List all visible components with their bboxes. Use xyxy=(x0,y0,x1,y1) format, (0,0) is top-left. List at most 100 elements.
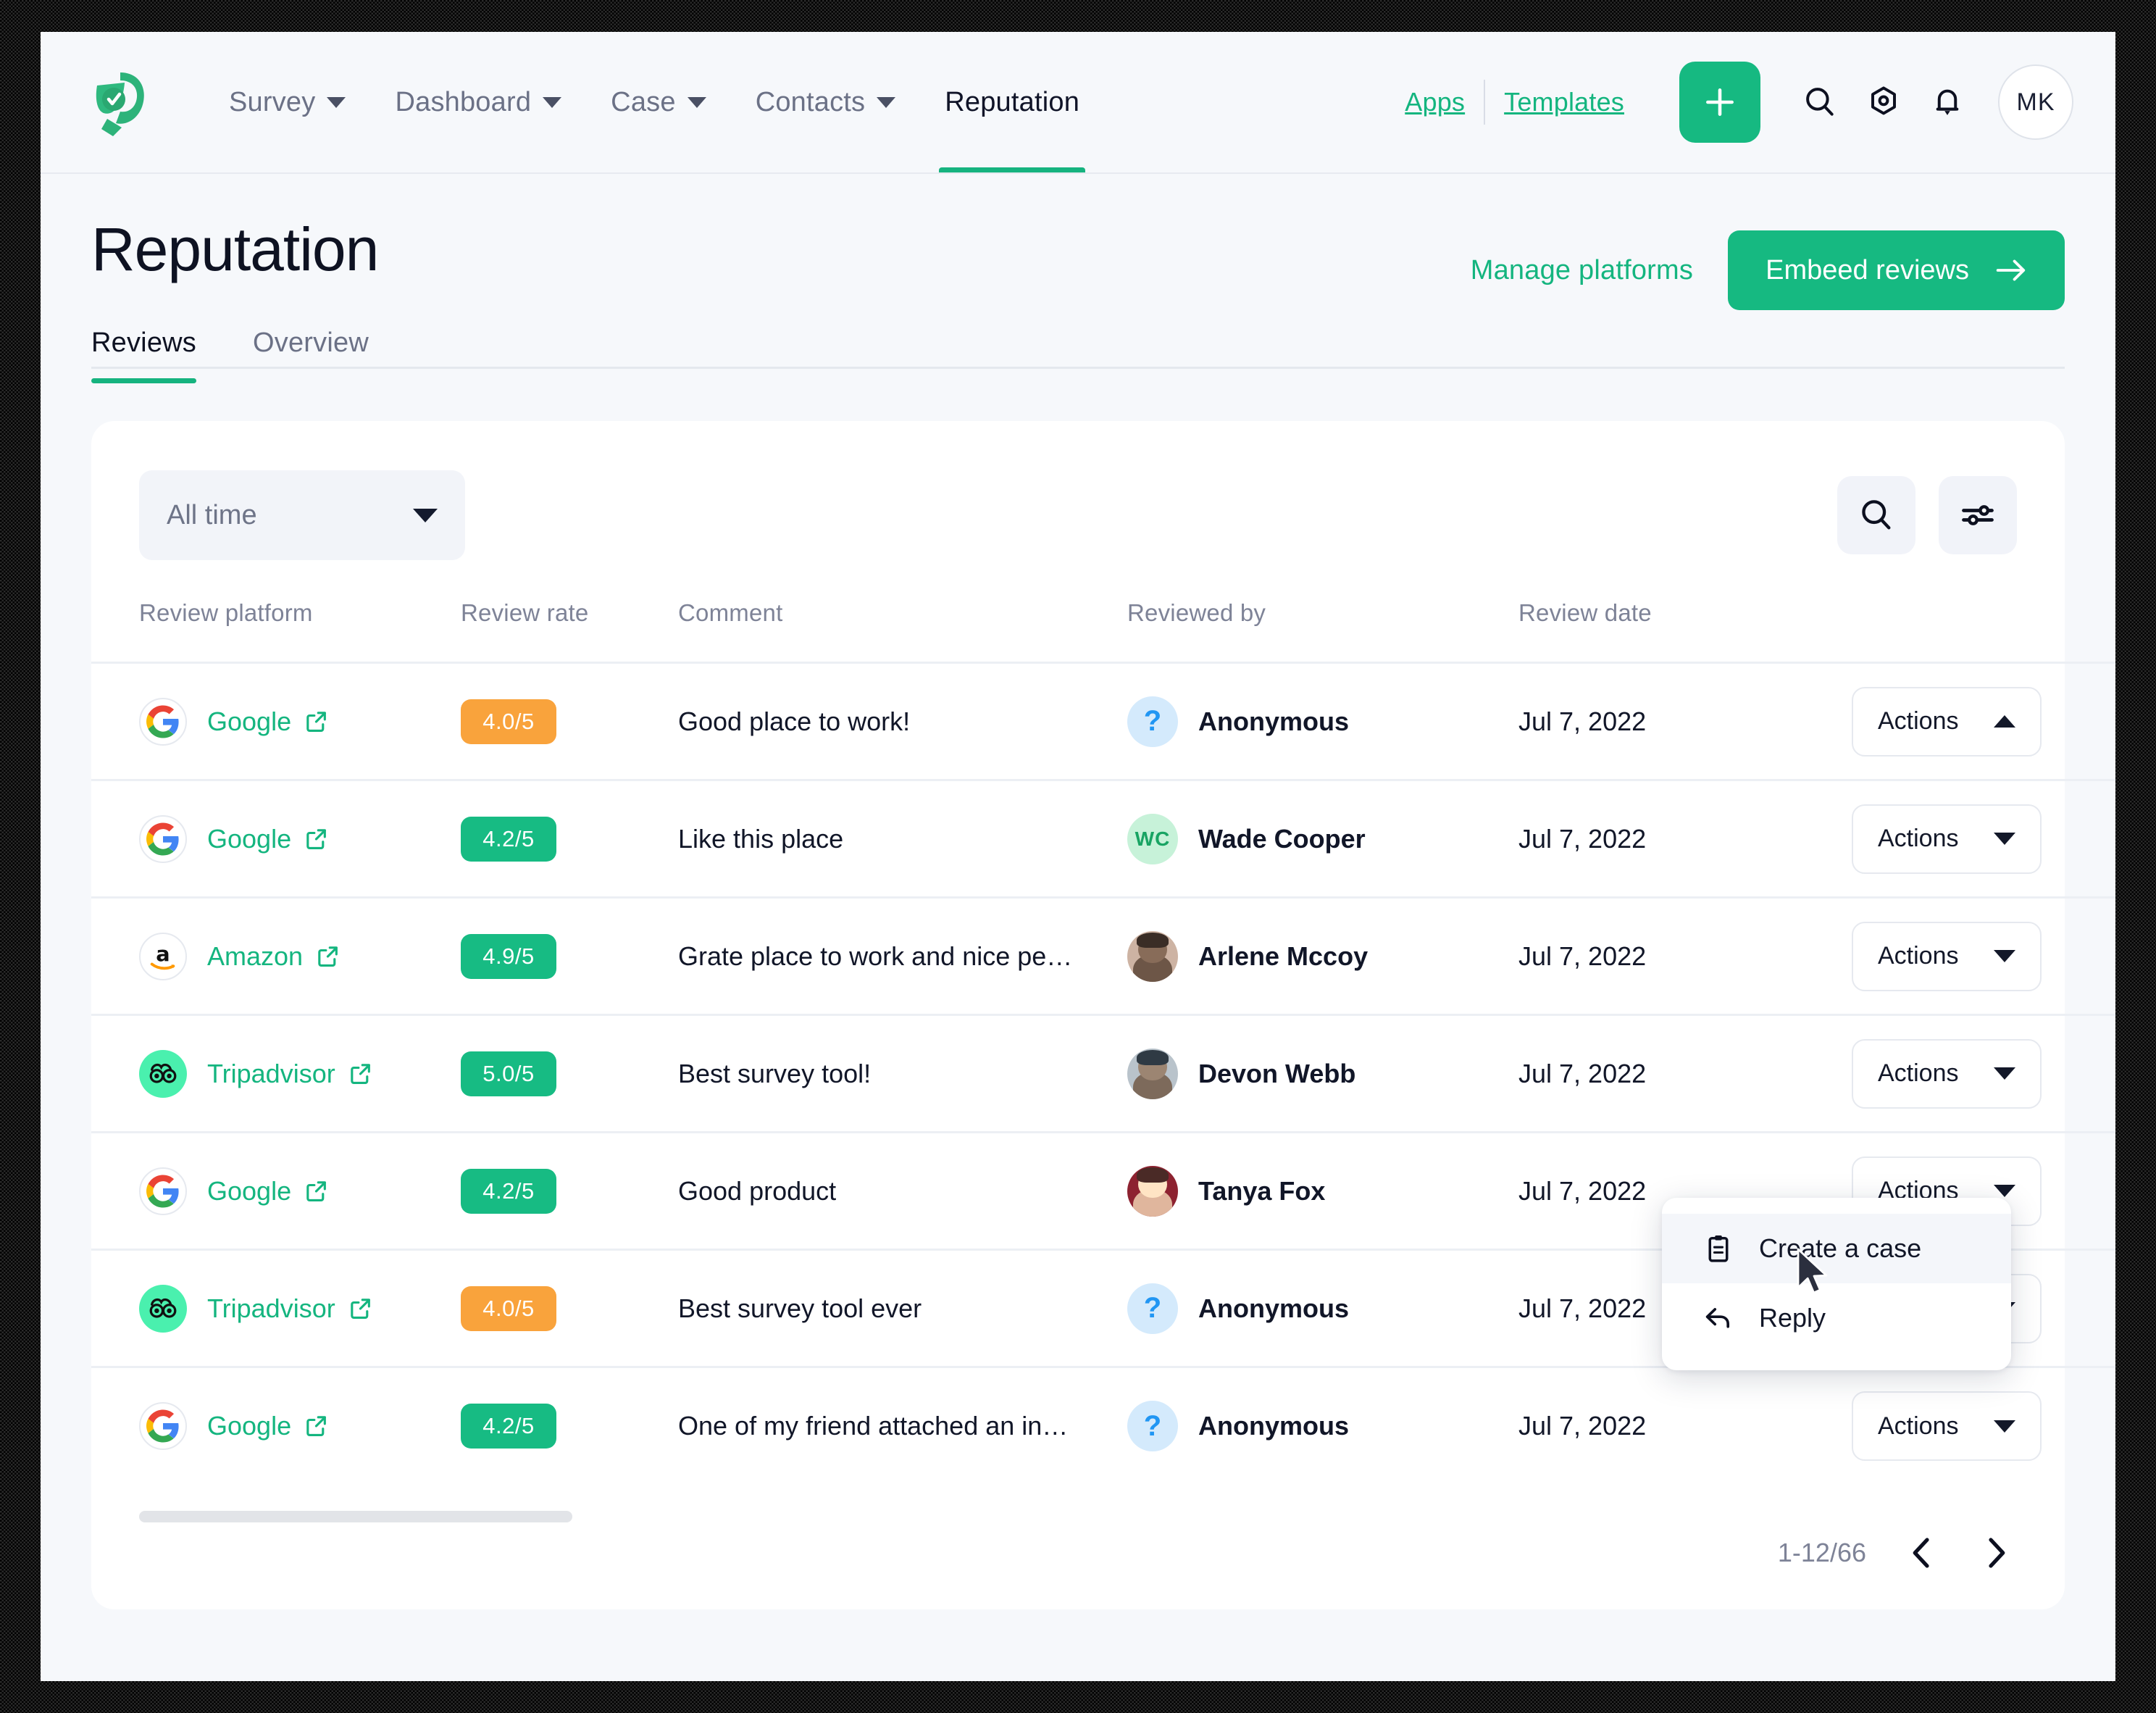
table-row[interactable]: Google 4.0/5 Good place to work!? Anonymous… xyxy=(91,663,2115,780)
leaf-check-logo-icon[interactable] xyxy=(91,68,149,136)
templates-link[interactable]: Templates xyxy=(1485,87,1643,117)
cell-review-date: Jul 7, 2022 xyxy=(1518,1058,1647,1088)
table-row[interactable]: Google 4.2/5 Like this place WC Wade Cooper J… xyxy=(91,780,2115,898)
table-row[interactable]: Google 4.2/5 One of my friend attached an … xyxy=(91,1367,2115,1485)
actions-dropdown-menu: Create a case Reply xyxy=(1662,1198,2011,1370)
table-header-row: Review platform Review rate Comment Revi… xyxy=(91,599,2115,663)
table-filter-button[interactable] xyxy=(1939,476,2017,554)
scrollbar-thumb[interactable] xyxy=(139,1511,572,1522)
embed-reviews-button[interactable]: Embeed reviews xyxy=(1728,230,2065,310)
table-row[interactable]: Tripadvisor 5.0/5 Best survey tool! Devon W… xyxy=(91,1015,2115,1133)
menu-item-label: Reply xyxy=(1759,1303,1826,1333)
menu-item-label: Create a case xyxy=(1759,1233,1922,1263)
pagination-next-button[interactable] xyxy=(1976,1533,2017,1573)
rating-badge: 4.2/5 xyxy=(461,1404,556,1449)
create-new-button[interactable] xyxy=(1679,62,1760,143)
nav-item-dashboard[interactable]: Dashboard xyxy=(370,32,586,172)
cell-platform: Google xyxy=(91,1133,461,1250)
external-link-icon xyxy=(304,709,329,734)
platform-link[interactable]: Google xyxy=(207,707,329,737)
notifications-button[interactable] xyxy=(1915,70,1979,134)
bell-icon xyxy=(1936,89,1959,115)
nav-item-label: Contacts xyxy=(755,86,866,117)
external-link-icon xyxy=(348,1296,373,1321)
platform-link[interactable]: Amazon xyxy=(207,941,340,972)
cell-reviewed-by: WC Wade Cooper xyxy=(1127,780,1518,898)
settings-button[interactable] xyxy=(1852,70,1915,134)
column-header-comment: Comment xyxy=(678,599,783,626)
app-window: Survey Dashboard Case Contacts Reputatio… xyxy=(41,32,2115,1681)
global-search-button[interactable] xyxy=(1788,70,1852,134)
chevron-down-icon xyxy=(877,96,896,108)
time-range-select[interactable]: All time xyxy=(139,470,465,560)
mouse-cursor-icon xyxy=(1797,1248,1828,1294)
actions-button[interactable]: Actions xyxy=(1852,1038,2042,1109)
user-avatar[interactable]: MK xyxy=(1998,64,2073,140)
manage-platforms-link[interactable]: Manage platforms xyxy=(1471,255,1693,286)
cell-review-date: Jul 7, 2022 xyxy=(1518,823,1647,854)
platform-link[interactable]: Tripadvisor xyxy=(207,1293,373,1324)
cell-reviewed-by: ? Anonymous xyxy=(1127,1367,1518,1485)
reply-arrow-icon xyxy=(1705,1308,1730,1328)
reviewer-name: Anonymous xyxy=(1198,706,1350,736)
chevron-up-icon xyxy=(1994,715,2015,728)
nav-items: Survey Dashboard Case Contacts Reputatio… xyxy=(204,32,1104,172)
actions-button[interactable]: Actions xyxy=(1852,804,2042,874)
rating-badge: 4.9/5 xyxy=(461,933,556,979)
clipboard-icon xyxy=(1708,1235,1729,1262)
pagination-prev-button[interactable] xyxy=(1901,1533,1942,1573)
cell-actions: Actions xyxy=(1852,1367,2115,1485)
actions-button[interactable]: Actions xyxy=(1852,921,2042,991)
cell-rate: 4.0/5 xyxy=(461,663,678,780)
nav-item-label: Survey xyxy=(229,86,316,117)
avatar-initials: MK xyxy=(2016,88,2055,116)
nav-item-reputation[interactable]: Reputation xyxy=(920,32,1104,172)
nav-item-label: Dashboard xyxy=(395,86,532,117)
actions-button-label: Actions xyxy=(1878,707,1959,735)
platform-name: Google xyxy=(207,823,292,854)
tab-overview[interactable]: Overview xyxy=(253,328,369,383)
horizontal-scrollbar[interactable] xyxy=(139,1511,1834,1522)
menu-item-reply[interactable]: Reply xyxy=(1662,1283,2011,1353)
apps-link[interactable]: Apps xyxy=(1386,87,1484,117)
actions-button[interactable]: Actions xyxy=(1852,1391,2042,1462)
actions-button[interactable]: Actions xyxy=(1852,686,2042,757)
cell-actions: Actions xyxy=(1852,663,2115,780)
cell-platform: a Amazon xyxy=(91,898,461,1015)
cell-comment: Good place to work! xyxy=(678,706,911,736)
chevron-left-icon xyxy=(1913,1538,1929,1568)
cell-reviewed-by: Tanya Fox xyxy=(1127,1133,1518,1250)
cell-review-date: Jul 7, 2022 xyxy=(1518,941,1647,971)
tab-reviews[interactable]: Reviews xyxy=(91,328,196,383)
platform-link[interactable]: Google xyxy=(207,1411,329,1441)
rating-badge: 4.0/5 xyxy=(461,1285,556,1331)
table-row[interactable]: a Amazon 4.9/5 Grate place to work and nice… xyxy=(91,898,2115,1015)
nav-item-case[interactable]: Case xyxy=(586,32,731,172)
platform-link[interactable]: Google xyxy=(207,1176,329,1206)
nav-item-contacts[interactable]: Contacts xyxy=(731,32,921,172)
tab-label: Overview xyxy=(253,328,369,358)
reviewer-name: Tanya Fox xyxy=(1198,1175,1326,1206)
platform-link[interactable]: Tripadvisor xyxy=(207,1059,373,1089)
google-icon xyxy=(139,1402,187,1451)
page-header: Reputation Manage platforms Embeed revie… xyxy=(41,174,2115,383)
column-header-platform: Review platform xyxy=(139,599,313,626)
search-icon xyxy=(1806,88,1834,116)
avatar-initials: WC xyxy=(1127,813,1178,864)
external-link-icon xyxy=(316,944,340,969)
actions-button-label: Actions xyxy=(1878,1412,1959,1440)
google-icon xyxy=(139,814,187,863)
cell-reviewed-by: Arlene Mccoy xyxy=(1127,898,1518,1015)
plus-icon xyxy=(1706,88,1734,116)
avatar-photo xyxy=(1127,1165,1178,1217)
platform-link[interactable]: Google xyxy=(207,824,329,854)
actions-button-label: Actions xyxy=(1878,1059,1959,1087)
tab-label: Reviews xyxy=(91,328,196,358)
menu-item-create-a-case[interactable]: Create a case xyxy=(1662,1214,2011,1283)
time-range-value: All time xyxy=(167,499,257,530)
avatar-photo xyxy=(1127,1048,1178,1099)
table-search-button[interactable] xyxy=(1837,476,1915,554)
table-toolbar: All time xyxy=(91,421,2065,560)
actions-button-label: Actions xyxy=(1878,825,1959,852)
nav-item-survey[interactable]: Survey xyxy=(204,32,370,172)
